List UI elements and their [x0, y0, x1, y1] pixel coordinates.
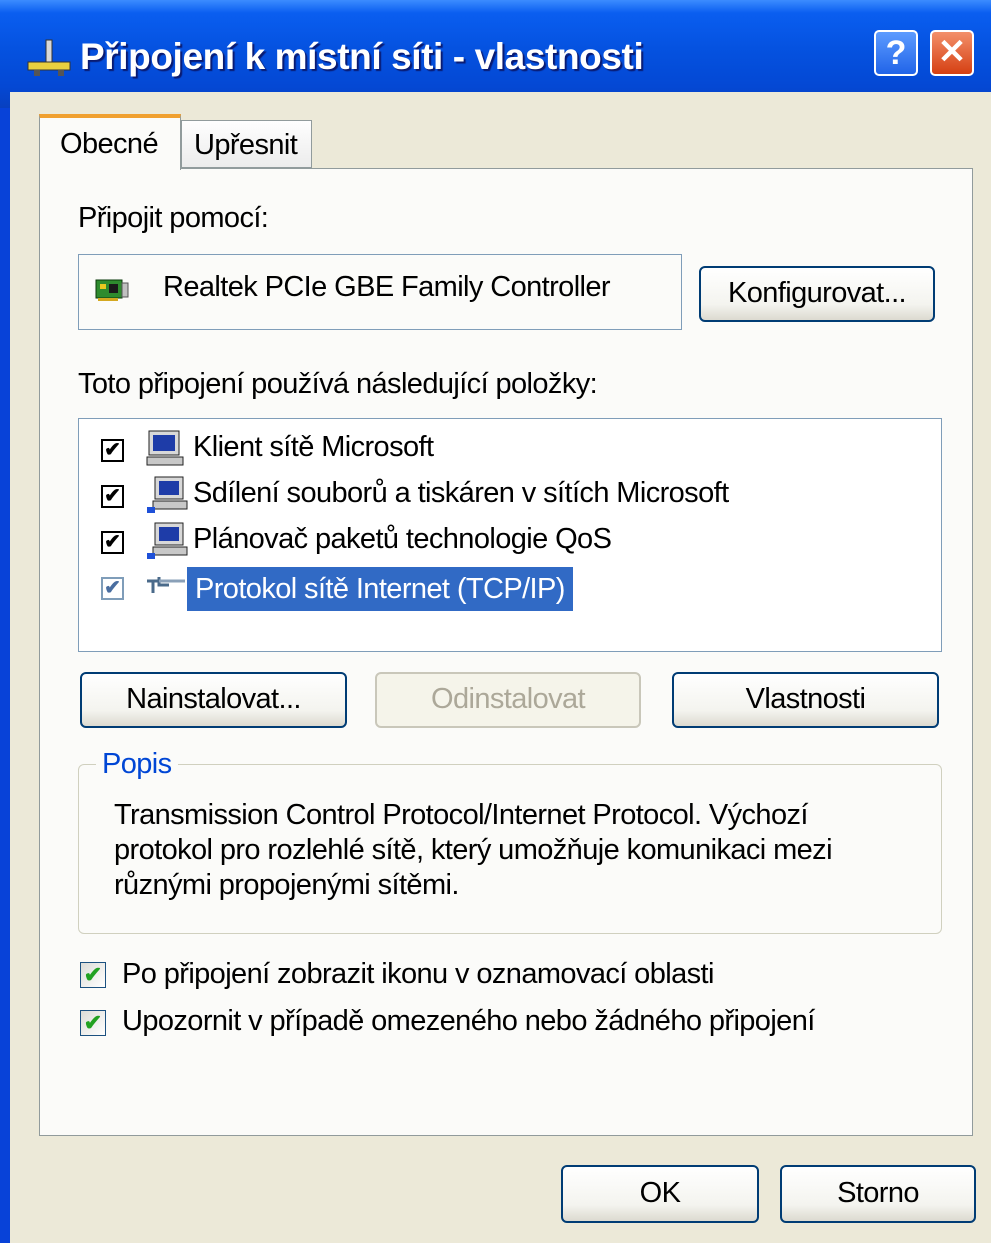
file-printer-sharing-icon	[147, 476, 188, 513]
dialog-window: Připojení k místní síti - vlastnosti ? ✕…	[0, 0, 991, 1243]
tab-advanced[interactable]: Upřesnit	[181, 120, 312, 168]
help-button[interactable]: ?	[874, 30, 918, 76]
items-label: Toto připojení používá následující polož…	[78, 368, 598, 400]
tab-general[interactable]: Obecné	[39, 114, 181, 170]
show-icon-label[interactable]: Po připojení zobrazit ikonu v oznamovací…	[122, 958, 714, 991]
window-title: Připojení k místní síti - vlastnosti	[80, 36, 644, 77]
item-checkbox[interactable]: ✔	[101, 439, 124, 462]
network-client-icon	[146, 430, 184, 466]
protocol-icon	[147, 577, 185, 593]
configure-button[interactable]: Konfigurovat...	[699, 266, 935, 322]
description-line: Transmission Control Protocol/Internet P…	[114, 799, 808, 831]
components-list[interactable]: ✔ Klient sítě Microsoft ✔ Sdílení soubor…	[78, 418, 942, 652]
adapter-name: Realtek PCIe GBE Family Controller	[163, 271, 611, 303]
description-group-title: Popis	[96, 748, 178, 781]
notify-label[interactable]: Upozornit v případě omezeného nebo žádné…	[122, 1005, 815, 1038]
close-button[interactable]: ✕	[930, 30, 974, 76]
list-item-label: Sdílení souborů a tiskáren v sítích Micr…	[193, 477, 729, 509]
show-icon-checkbox[interactable]: ✔	[80, 962, 106, 988]
connect-using-label: Připojit pomocí:	[78, 202, 269, 234]
network-connection-icon	[27, 39, 71, 76]
list-item-label: Protokol sítě Internet (TCP/IP)	[187, 567, 573, 611]
list-item-label: Klient sítě Microsoft	[193, 431, 434, 463]
item-checkbox[interactable]: ✔	[101, 531, 124, 554]
list-item-client[interactable]: ✔ Klient sítě Microsoft	[79, 429, 879, 473]
qos-scheduler-icon	[147, 522, 188, 559]
item-checkbox[interactable]: ✔	[101, 577, 124, 600]
notify-checkbox[interactable]: ✔	[80, 1010, 106, 1036]
description-line: různými propojenými sítěmi.	[114, 869, 459, 901]
list-item-file-sharing[interactable]: ✔ Sdílení souborů a tiskáren v sítích Mi…	[79, 475, 879, 519]
adapter-box: Realtek PCIe GBE Family Controller	[78, 254, 682, 330]
list-item-tcpip[interactable]: ✔ Protokol sítě Internet (TCP/IP)	[79, 567, 879, 611]
item-checkbox[interactable]: ✔	[101, 485, 124, 508]
ok-button[interactable]: OK	[561, 1165, 759, 1223]
install-button[interactable]: Nainstalovat...	[80, 672, 347, 728]
uninstall-button[interactable]: Odinstalovat	[375, 672, 641, 728]
network-adapter-icon	[95, 279, 129, 301]
description-text: Transmission Control Protocol/Internet P…	[114, 798, 914, 903]
cancel-button[interactable]: Storno	[780, 1165, 976, 1223]
description-line: protokol pro rozlehlé sítě, který umožňu…	[114, 834, 833, 866]
list-item-qos[interactable]: ✔ Plánovač paketů technologie QoS	[79, 521, 879, 565]
properties-button[interactable]: Vlastnosti	[672, 672, 939, 728]
list-item-label: Plánovač paketů technologie QoS	[193, 523, 612, 555]
